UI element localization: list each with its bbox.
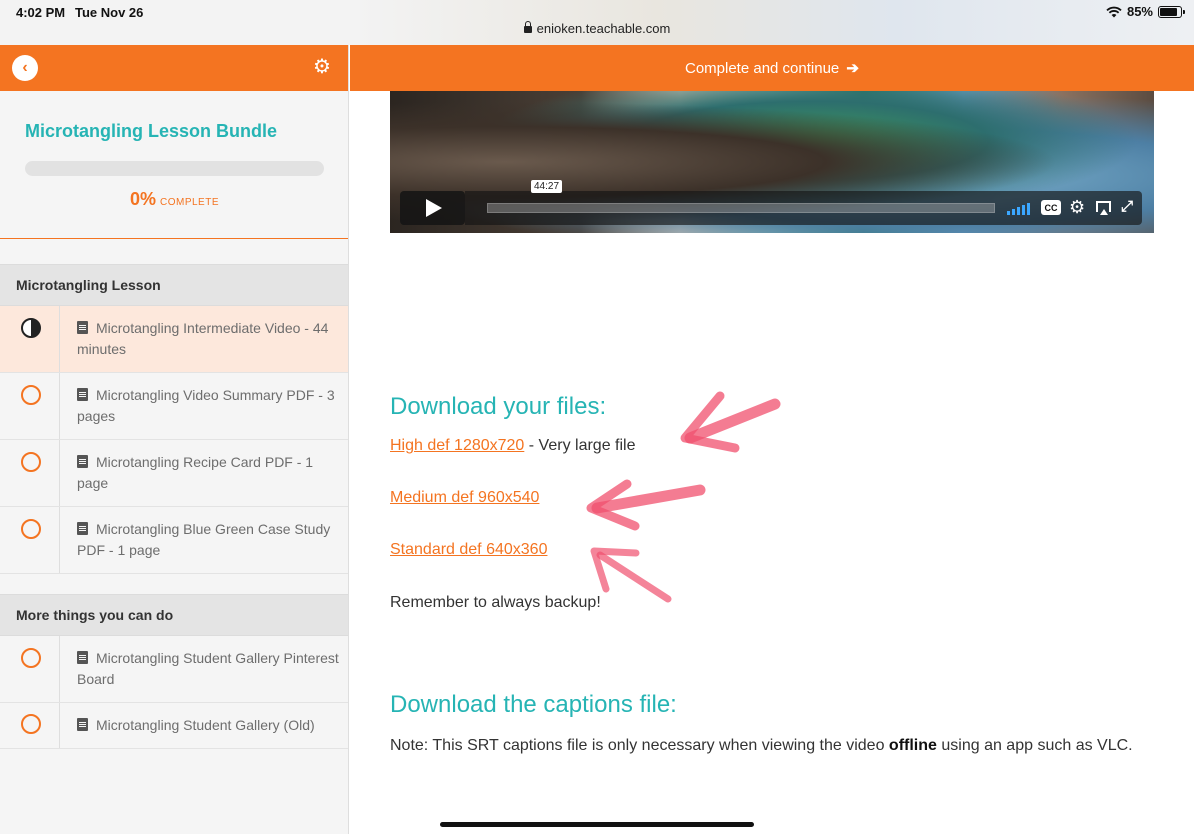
video-scrubber[interactable]: [487, 203, 995, 213]
lesson-status: [0, 440, 60, 506]
medium-def-link[interactable]: Medium def 960x540: [390, 489, 539, 507]
play-button[interactable]: [400, 191, 465, 225]
course-progress-box: Microtangling Lesson Bundle 0% COMPLETE: [0, 91, 348, 239]
ios-status-bar: 4:02 PM Tue Nov 26 enioken.teachable.com…: [0, 0, 1194, 45]
lesson-item[interactable]: Microtangling Recipe Card PDF - 1 page: [0, 440, 348, 507]
progress-percent: 0%: [129, 189, 156, 209]
play-icon: [426, 199, 442, 217]
lesson-status: [0, 703, 60, 748]
annotation-arrow-2: [586, 479, 706, 531]
lock-icon: [523, 21, 532, 33]
course-progress-bar: [25, 161, 324, 176]
address-bar[interactable]: enioken.teachable.com: [0, 21, 1194, 36]
lesson-content: 44:27 CC ⚙ ⤢ Download your files: High d…: [350, 91, 1194, 834]
captions-note-text: Note: This SRT captions file is only nec…: [390, 737, 889, 754]
document-icon: [77, 651, 88, 664]
lesson-label: Microtangling Recipe Card PDF - 1 page: [77, 454, 314, 491]
complete-and-continue-button[interactable]: Complete and continue ➔: [685, 59, 859, 77]
lesson-topbar: Complete and continue ➔: [350, 45, 1194, 91]
lesson-item[interactable]: Microtangling Video Summary PDF - 3 page…: [0, 373, 348, 440]
lesson-label: Microtangling Blue Green Case Study PDF …: [77, 521, 331, 558]
chevron-left-icon: ‹: [22, 59, 28, 76]
captions-heading: Download the captions file:: [390, 691, 677, 718]
sidebar-header: ‹ ⚙: [0, 45, 348, 91]
annotation-arrow-1: [680, 391, 781, 453]
status-right: 85%: [1106, 4, 1185, 19]
lesson-item[interactable]: Microtangling Blue Green Case Study PDF …: [0, 507, 348, 574]
airplay-icon[interactable]: [1096, 201, 1111, 215]
video-player[interactable]: 44:27 CC ⚙ ⤢: [390, 91, 1154, 233]
progress-complete-label: COMPLETE: [160, 197, 220, 208]
backup-text: Remember to always backup!: [390, 594, 601, 611]
high-def-link[interactable]: High def 1280x720: [390, 437, 524, 454]
lesson-status: [0, 636, 60, 702]
volume-icon[interactable]: [1007, 201, 1033, 215]
incomplete-circle-icon: [21, 519, 41, 539]
incomplete-circle-icon: [21, 452, 41, 472]
back-button[interactable]: ‹: [12, 55, 38, 81]
video-time-tooltip: 44:27: [531, 180, 563, 193]
battery-fill: [1160, 7, 1177, 16]
document-icon: [77, 522, 88, 535]
high-def-note: - Very large file: [524, 437, 636, 454]
lesson-label: Microtangling Video Summary PDF - 3 page…: [77, 387, 335, 424]
course-sidebar: ‹ ⚙ Microtangling Lesson Bundle 0% COMPLE…: [0, 45, 349, 834]
standard-def-link[interactable]: Standard def 640x360: [390, 541, 547, 559]
lesson-status: [0, 373, 60, 439]
url-text: enioken.teachable.com: [536, 21, 671, 36]
status-date: Tue Nov 26: [75, 5, 144, 20]
incomplete-circle-icon: [21, 385, 41, 405]
lesson-status: [0, 306, 60, 372]
download-row-high: High def 1280x720 - Very large file: [390, 437, 635, 455]
captions-note-bold: offline: [888, 737, 937, 754]
closed-captions-icon[interactable]: CC: [1041, 200, 1061, 215]
battery-icon: [1158, 5, 1185, 18]
incomplete-circle-icon: [21, 648, 41, 668]
lesson-item[interactable]: Microtangling Student Gallery Pinterest …: [0, 636, 348, 703]
document-icon: [77, 718, 88, 731]
document-icon: [77, 388, 88, 401]
section-title: Microtangling Lesson: [0, 264, 348, 306]
arrow-right-icon: ➔: [842, 60, 860, 77]
incomplete-circle-icon: [21, 714, 41, 734]
home-indicator[interactable]: [440, 822, 754, 827]
complete-button-label: Complete and continue: [684, 60, 840, 77]
lesson-label: Microtangling Student Gallery (Old): [96, 717, 315, 733]
lesson-status: [0, 507, 60, 573]
lesson-item[interactable]: Microtangling Intermediate Video - 44 mi…: [0, 306, 348, 373]
lesson-label: Microtangling Student Gallery Pinterest …: [77, 650, 339, 687]
progress-label: 0% COMPLETE: [0, 189, 348, 210]
captions-note: Note: This SRT captions file is only nec…: [390, 731, 1150, 760]
section-title: More things you can do: [0, 594, 348, 636]
document-icon: [77, 321, 88, 334]
video-control-bar: 44:27 CC ⚙ ⤢: [465, 180, 1142, 225]
wifi-icon: [1106, 6, 1122, 17]
document-icon: [77, 455, 88, 468]
lesson-label: Microtangling Intermediate Video - 44 mi…: [77, 320, 329, 357]
fullscreen-icon[interactable]: ⤢: [1121, 198, 1133, 216]
download-files-heading: Download your files:: [390, 393, 607, 420]
video-settings-gear-icon[interactable]: ⚙: [1069, 197, 1085, 217]
course-title[interactable]: Microtangling Lesson Bundle: [25, 121, 277, 142]
captions-note-text-end: using an app such as VLC.: [936, 737, 1133, 754]
settings-gear-icon[interactable]: ⚙: [312, 57, 332, 77]
half-complete-icon: [21, 318, 41, 338]
lesson-item[interactable]: Microtangling Student Gallery (Old): [0, 703, 348, 749]
battery-percent: 85%: [1126, 4, 1153, 19]
status-time: 4:02 PM: [16, 5, 66, 20]
video-controls: 44:27 CC ⚙ ⤢: [400, 180, 1142, 225]
